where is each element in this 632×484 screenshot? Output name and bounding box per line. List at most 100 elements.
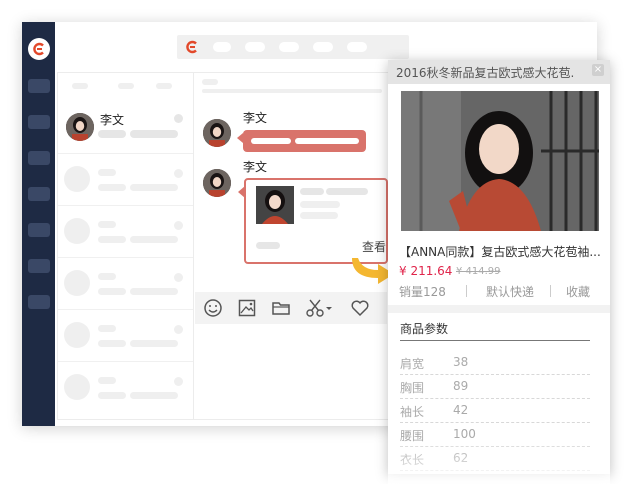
text-placeholder bbox=[174, 377, 183, 386]
toolbar-pill-4[interactable] bbox=[313, 42, 333, 52]
text-placeholder bbox=[130, 392, 178, 399]
product-title[interactable]: 【ANNA同款】复古欧式感大花苞袖... bbox=[399, 243, 601, 260]
contact-name: 李文 bbox=[100, 113, 125, 127]
contact-item[interactable] bbox=[58, 309, 193, 360]
text-placeholder bbox=[98, 392, 126, 399]
contact-item[interactable] bbox=[58, 257, 193, 308]
contact-item[interactable] bbox=[58, 205, 193, 256]
avatar-photo bbox=[203, 119, 231, 147]
product-photo bbox=[401, 91, 599, 231]
contact-item-active[interactable]: 李文 bbox=[58, 103, 193, 151]
param-value: 89 bbox=[453, 379, 469, 393]
text-placeholder bbox=[130, 288, 178, 295]
avatar-placeholder bbox=[64, 322, 90, 348]
param-row: 胸围 89 bbox=[400, 376, 590, 399]
header-divider bbox=[202, 89, 382, 93]
rail-item-2[interactable] bbox=[28, 115, 50, 129]
text-placeholder bbox=[174, 325, 183, 334]
divider bbox=[550, 285, 551, 297]
toolbar-pill-5[interactable] bbox=[347, 42, 367, 52]
message-avatar bbox=[203, 169, 231, 197]
rail-item-3[interactable] bbox=[28, 151, 50, 165]
text-placeholder bbox=[251, 138, 291, 144]
text-placeholder bbox=[98, 130, 126, 138]
avatar-photo bbox=[66, 113, 94, 141]
popup-title: 2016秋冬新品复古欧式感大花苞... bbox=[396, 66, 574, 80]
message-bubble[interactable] bbox=[237, 130, 366, 152]
rail-item-5[interactable] bbox=[28, 223, 50, 237]
contact-list: 李文 bbox=[57, 72, 194, 420]
product-photo bbox=[256, 186, 294, 224]
close-icon[interactable]: × bbox=[592, 64, 604, 76]
param-row: 肩宽 38 bbox=[400, 352, 590, 375]
param-value: 42 bbox=[453, 403, 469, 417]
shipping-method: 默认快递 bbox=[486, 285, 535, 299]
toolbar-pill-2[interactable] bbox=[245, 42, 265, 52]
heart-icon[interactable] bbox=[350, 298, 370, 318]
params-title: 商品参数 bbox=[400, 322, 449, 336]
avatar-placeholder bbox=[64, 374, 90, 400]
text-placeholder bbox=[300, 212, 338, 219]
message-sender: 李文 bbox=[243, 160, 268, 174]
brand-icon bbox=[186, 40, 197, 54]
logo-icon bbox=[33, 42, 44, 56]
text-placeholder bbox=[300, 188, 324, 195]
app-logo[interactable] bbox=[28, 38, 50, 60]
param-key: 胸围 bbox=[400, 381, 425, 395]
avatar-placeholder bbox=[64, 166, 90, 192]
text-placeholder bbox=[98, 221, 116, 228]
avatar-placeholder bbox=[64, 218, 90, 244]
text-placeholder bbox=[98, 184, 126, 191]
text-placeholder bbox=[326, 188, 368, 195]
text-placeholder bbox=[98, 377, 116, 384]
message-sender: 李文 bbox=[243, 111, 268, 125]
header-placeholder bbox=[118, 83, 134, 89]
text-placeholder bbox=[130, 184, 178, 191]
message-avatar bbox=[203, 119, 231, 147]
param-row: 袖长 42 bbox=[400, 400, 590, 423]
smile-icon[interactable] bbox=[203, 298, 223, 318]
unread-dot bbox=[174, 114, 183, 123]
avatar-photo bbox=[203, 169, 231, 197]
text-placeholder bbox=[98, 325, 116, 332]
text-placeholder bbox=[98, 169, 116, 176]
header-placeholder bbox=[202, 79, 218, 85]
scissors-icon[interactable] bbox=[305, 298, 333, 318]
rail-item-4[interactable] bbox=[28, 187, 50, 201]
bottom-fade bbox=[388, 440, 610, 484]
toolbar-pill-1[interactable] bbox=[213, 42, 231, 52]
favorite-link[interactable]: 收藏 bbox=[566, 283, 590, 300]
header-placeholder bbox=[72, 83, 88, 89]
text-placeholder bbox=[300, 201, 340, 208]
header-placeholder bbox=[156, 83, 172, 89]
rail-item-7[interactable] bbox=[28, 295, 50, 309]
text-placeholder bbox=[174, 221, 183, 230]
param-value: 100 bbox=[453, 427, 476, 441]
avatar-placeholder bbox=[64, 270, 90, 296]
top-toolbar bbox=[177, 35, 409, 59]
text-placeholder bbox=[130, 236, 178, 243]
text-placeholder bbox=[130, 340, 178, 347]
rail-item-6[interactable] bbox=[28, 259, 50, 273]
side-rail bbox=[22, 22, 55, 426]
rail-item-1[interactable] bbox=[28, 79, 50, 93]
param-key: 肩宽 bbox=[400, 357, 425, 371]
contact-item[interactable] bbox=[58, 153, 193, 204]
product-old-price: ¥ 414.99 bbox=[456, 266, 501, 277]
contact-item[interactable] bbox=[58, 361, 193, 412]
text-placeholder bbox=[98, 340, 126, 347]
text-placeholder bbox=[130, 130, 178, 138]
sales-count: 销量128 bbox=[399, 285, 446, 299]
popup-titlebar: 2016秋冬新品复古欧式感大花苞... × bbox=[388, 60, 610, 84]
text-placeholder bbox=[174, 273, 183, 282]
folder-icon[interactable] bbox=[271, 298, 291, 318]
image-icon[interactable] bbox=[237, 298, 257, 318]
param-key: 袖长 bbox=[400, 405, 425, 419]
avatar bbox=[66, 113, 94, 141]
params-underline bbox=[400, 340, 590, 341]
toolbar-pill-3[interactable] bbox=[279, 42, 299, 52]
product-image[interactable] bbox=[401, 91, 599, 231]
product-popup: 2016秋冬新品复古欧式感大花苞... × 【ANNA同款】复古欧式感大花苞袖.… bbox=[388, 60, 610, 474]
text-placeholder bbox=[295, 138, 359, 144]
section-divider bbox=[388, 305, 610, 313]
